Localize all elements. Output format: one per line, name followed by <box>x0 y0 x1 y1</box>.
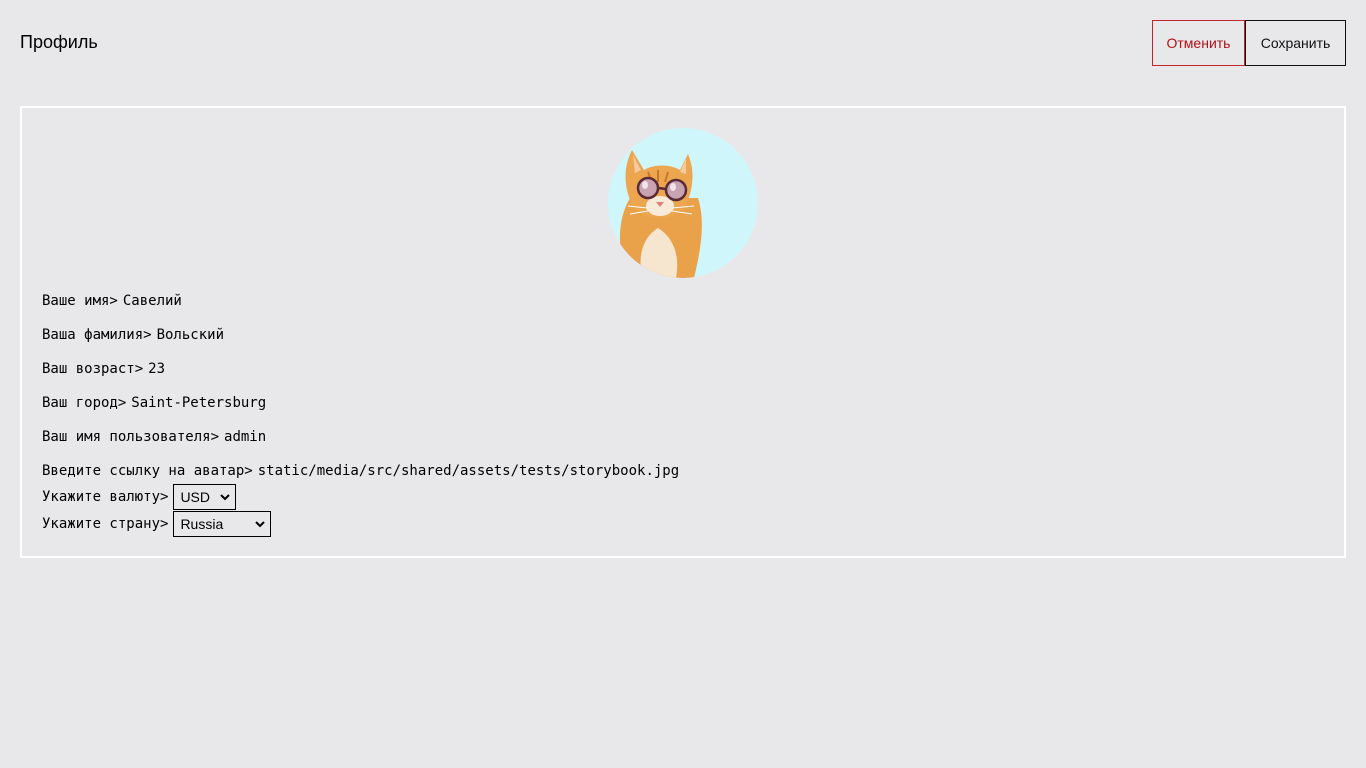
avatar-link-label: Введите ссылку на аватар> <box>42 463 253 479</box>
avatar-link-input[interactable]: static/media/src/shared/assets/tests/sto… <box>258 463 679 479</box>
country-row: Укажите страну> Russia <box>42 511 272 537</box>
avatar <box>608 128 758 278</box>
username-input[interactable]: admin <box>224 429 266 445</box>
country-select[interactable]: Russia <box>173 511 272 537</box>
city-field[interactable]: Ваш город> Saint-Petersburg <box>42 394 266 412</box>
currency-value: USD <box>180 489 210 505</box>
first-name-label: Ваше имя> <box>42 293 118 309</box>
chevron-down-icon <box>255 521 266 528</box>
city-label: Ваш город> <box>42 395 127 411</box>
chevron-down-icon <box>220 494 231 501</box>
cat-avatar-icon <box>619 150 702 278</box>
currency-label: Укажите валюту> <box>42 489 169 505</box>
page-header: Профиль Отменить Сохранить <box>0 0 1366 86</box>
first-name-input[interactable]: Савелий <box>123 293 182 309</box>
currency-row: Укажите валюту> USD <box>42 484 237 510</box>
currency-select[interactable]: USD <box>173 484 237 510</box>
avatar-link-field[interactable]: Введите ссылку на аватар> static/media/sr… <box>42 462 679 480</box>
country-label: Укажите страну> <box>42 516 169 532</box>
page-title: Профиль <box>20 32 98 52</box>
age-field[interactable]: Ваш возраст> 23 <box>42 360 165 378</box>
last-name-label: Ваша фамилия> <box>42 327 152 343</box>
age-label: Ваш возраст> <box>42 361 144 377</box>
first-name-field[interactable]: Ваше имя> Савелий <box>42 292 182 310</box>
username-label: Ваш имя пользователя> <box>42 429 220 445</box>
profile-card: Ваше имя> Савелий Ваша фамилия> Вольский В… <box>20 106 1346 558</box>
username-field[interactable]: Ваш имя пользователя> admin <box>42 428 266 446</box>
cancel-button[interactable]: Отменить <box>1152 20 1245 66</box>
save-button[interactable]: Сохранить <box>1245 20 1346 66</box>
age-input[interactable]: 23 <box>148 361 165 377</box>
city-input[interactable]: Saint-Petersburg <box>131 395 266 411</box>
last-name-field[interactable]: Ваша фамилия> Вольский <box>42 326 224 344</box>
country-value: Russia <box>180 516 224 532</box>
last-name-input[interactable]: Вольский <box>157 327 224 343</box>
